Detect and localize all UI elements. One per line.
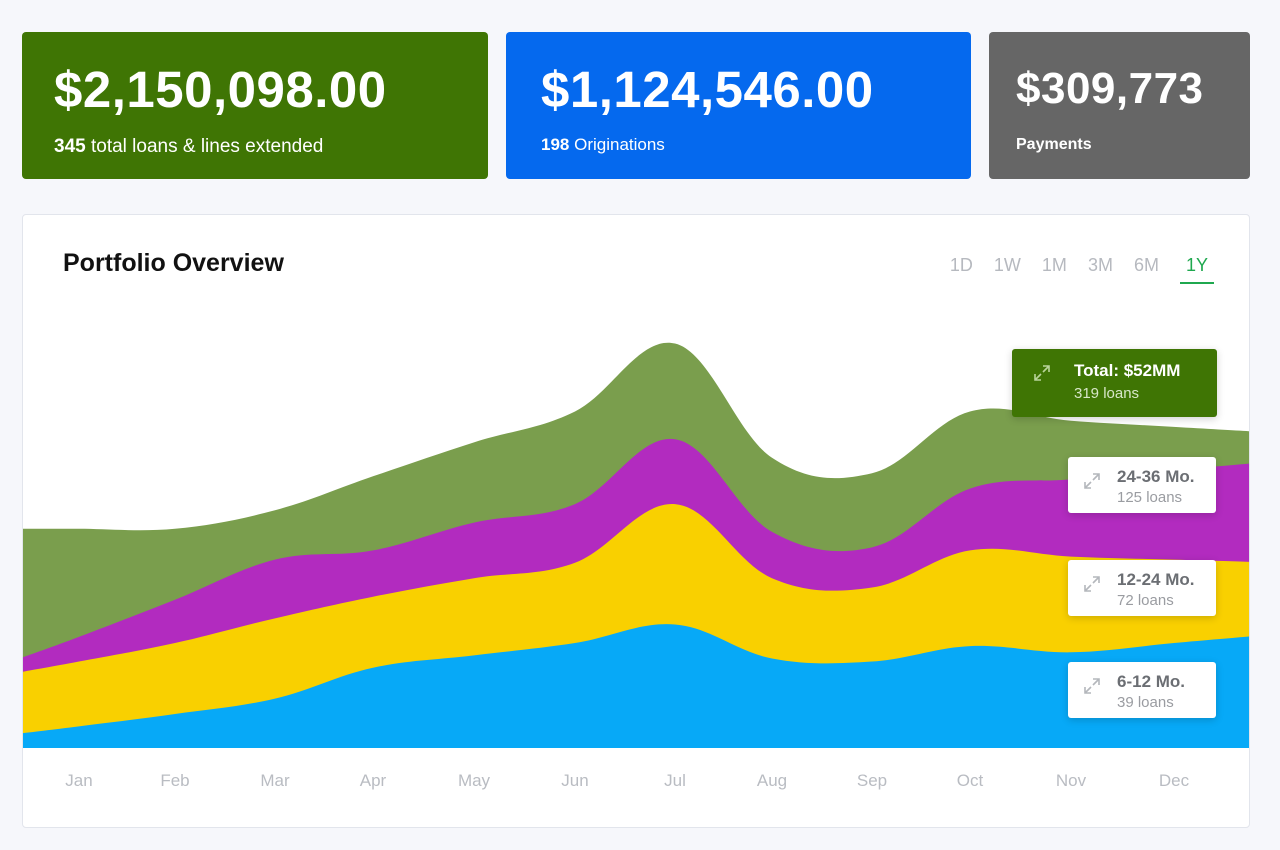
portfolio-area-chart: Jan Feb Mar Apr May Jun Jul Aug Sep Oct Nov Dec xyxy=(23,342,1249,790)
x-tick-label: Feb xyxy=(160,771,189,790)
x-tick-label: Dec xyxy=(1159,771,1190,790)
legend-total-title: Total: $52MM xyxy=(1074,361,1181,380)
legend-6-12-sub: 39 loans xyxy=(1117,694,1174,711)
x-tick-label: Jul xyxy=(664,771,686,790)
legend-chip-total[interactable]: Total: $52MM 319 loans xyxy=(1012,349,1217,417)
legend-12-24-title: 12-24 Mo. xyxy=(1117,570,1195,589)
x-tick-label: Aug xyxy=(757,771,787,790)
legend-24-36-sub: 125 loans xyxy=(1117,489,1183,506)
x-tick-label: May xyxy=(458,771,491,790)
legend-24-36-title: 24-36 Mo. xyxy=(1117,467,1195,486)
x-tick-label: Oct xyxy=(957,771,984,790)
x-tick-label: Apr xyxy=(360,771,387,790)
x-tick-label: Mar xyxy=(260,771,290,790)
expand-icon xyxy=(1084,473,1100,489)
legend-6-12-title: 6-12 Mo. xyxy=(1117,672,1186,691)
x-tick-label: Jan xyxy=(65,771,92,790)
legend-chip-6-12[interactable]: 6-12 Mo. 39 loans xyxy=(1068,662,1216,718)
x-tick-label: Nov xyxy=(1056,771,1087,790)
x-tick-label: Jun xyxy=(561,771,588,790)
legend-chip-12-24[interactable]: 12-24 Mo. 72 loans xyxy=(1068,560,1216,616)
expand-icon xyxy=(1084,576,1100,592)
expand-icon xyxy=(1084,678,1100,694)
x-tick-label: Sep xyxy=(857,771,887,790)
legend-12-24-sub: 72 loans xyxy=(1117,592,1174,609)
legend-chip-24-36[interactable]: 24-36 Mo. 125 loans xyxy=(1068,457,1216,513)
legend-total-sub: 319 loans xyxy=(1074,385,1140,402)
expand-icon xyxy=(1034,365,1050,381)
